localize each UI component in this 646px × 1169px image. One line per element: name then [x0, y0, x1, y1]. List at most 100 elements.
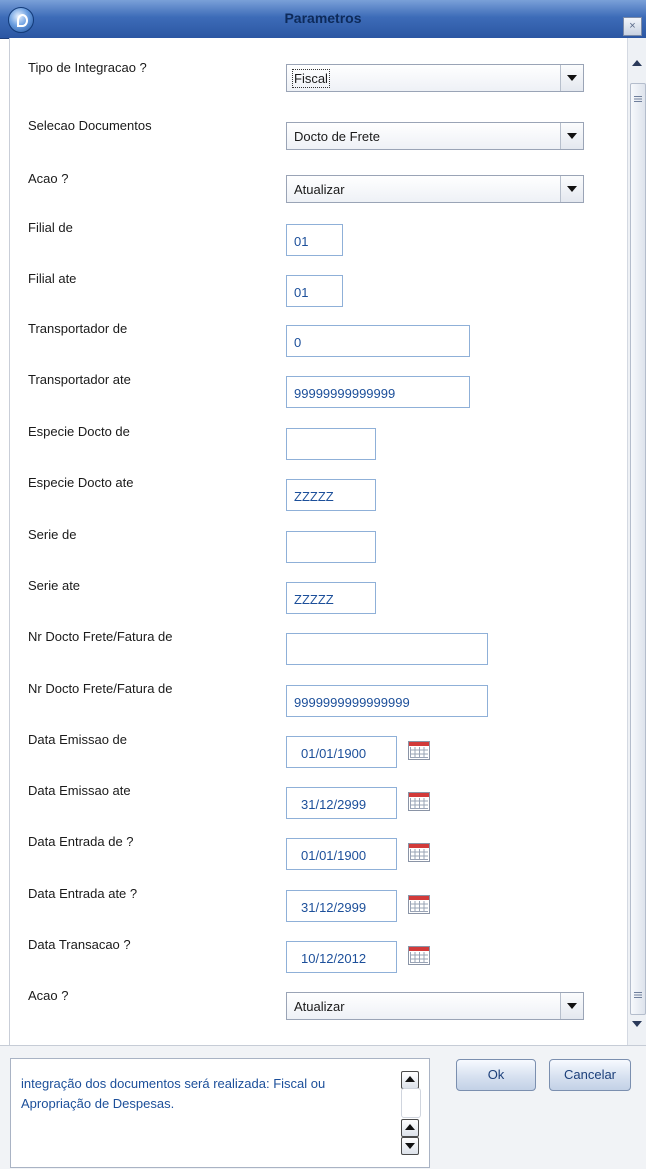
param-row-selecao-documentos: Selecao Documentos Docto de Frete	[10, 118, 628, 158]
param-row-filial-ate: Filial ate 01	[10, 271, 628, 311]
select-value: Atualizar	[294, 182, 345, 197]
help-scroll-up-icon[interactable]	[401, 1071, 419, 1089]
param-label: Serie de	[28, 527, 77, 542]
calendar-grid	[410, 901, 428, 912]
close-icon: ×	[629, 20, 636, 32]
bottom-panel: integração dos documentos será realizada…	[0, 1045, 646, 1169]
param-label: Transportador ate	[28, 372, 131, 387]
param-input[interactable]: ZZZZZ	[286, 582, 376, 614]
param-label: Data Entrada de ?	[28, 834, 134, 849]
param-input[interactable]	[286, 531, 376, 563]
param-input[interactable]: 01	[286, 224, 343, 256]
input-value: 01	[294, 234, 309, 249]
param-label: Data Transacao ?	[28, 937, 131, 952]
help-textarea[interactable]: integração dos documentos será realizada…	[10, 1058, 430, 1168]
chevron-down-icon[interactable]	[560, 123, 583, 149]
param-row-data-emissao-ate: Data Emissao ate 31/12/2999	[10, 783, 628, 823]
param-label: Serie ate	[28, 578, 81, 593]
input-value: 99999999999999	[294, 386, 396, 401]
param-input[interactable]: 01	[286, 275, 343, 307]
param-select[interactable]: Atualizar	[286, 992, 584, 1020]
select-value: Fiscal	[292, 69, 330, 88]
calendar-grid	[410, 747, 428, 758]
grip-icon	[634, 96, 642, 102]
input-value: 01/01/1900	[301, 746, 367, 761]
help-scroll-up-icon[interactable]	[401, 1119, 419, 1137]
calendar-header	[409, 793, 429, 797]
param-row-filial-de: Filial de 01	[10, 220, 628, 260]
param-input[interactable]: 99999999999999	[286, 376, 470, 408]
grip-icon	[634, 992, 642, 998]
param-input[interactable]: 0	[286, 325, 470, 357]
param-row-data-emissao-de: Data Emissao de 01/01/1900	[10, 732, 628, 772]
calendar-icon[interactable]	[408, 946, 430, 965]
calendar-grid	[410, 952, 428, 963]
close-button[interactable]: ×	[623, 17, 642, 36]
param-label: Especie Docto de	[28, 424, 130, 439]
param-label: Especie Docto ate	[28, 475, 134, 490]
input-value: 0	[294, 335, 302, 350]
param-input[interactable]: 31/12/2999	[286, 787, 397, 819]
param-row-acao: Acao ? Atualizar	[10, 988, 628, 1028]
param-label: Transportador de	[28, 321, 128, 336]
param-select[interactable]: Docto de Frete	[286, 122, 584, 150]
param-row-serie-ate: Serie ate ZZZZZ	[10, 578, 628, 618]
chevron-down-icon[interactable]	[560, 65, 583, 91]
param-label: Nr Docto Frete/Fatura de	[28, 629, 173, 644]
chevron-down-icon[interactable]	[560, 993, 583, 1019]
param-label: Filial ate	[28, 271, 77, 286]
param-row-transportador-de: Transportador de 0	[10, 321, 628, 361]
calendar-header	[409, 844, 429, 848]
calendar-icon[interactable]	[408, 741, 430, 760]
calendar-grid	[410, 849, 428, 860]
param-row-data-entrada-ate: Data Entrada ate ? 31/12/2999	[10, 886, 628, 926]
input-value: 01/01/1900	[301, 848, 367, 863]
param-input[interactable]: 9999999999999999	[286, 685, 488, 717]
param-row-nr-docto-frete-fatura-de: Nr Docto Frete/Fatura de 9999999999999999	[10, 681, 628, 721]
input-value: 31/12/2999	[301, 900, 367, 915]
calendar-icon[interactable]	[408, 792, 430, 811]
param-label: Data Entrada ate ?	[28, 886, 138, 901]
param-label: Data Emissao de	[28, 732, 127, 747]
input-value: 31/12/2999	[301, 797, 367, 812]
param-label: Nr Docto Frete/Fatura de	[28, 681, 173, 696]
scroll-up-arrow-icon[interactable]	[632, 60, 642, 66]
param-label: Tipo de Integracao ?	[28, 60, 147, 75]
param-row-data-transacao: Data Transacao ? 10/12/2012	[10, 937, 628, 977]
param-input[interactable]: ZZZZZ	[286, 479, 376, 511]
calendar-header	[409, 896, 429, 900]
param-select[interactable]: Fiscal	[286, 64, 584, 92]
param-input[interactable]: 31/12/2999	[286, 890, 397, 922]
param-label: Filial de	[28, 220, 73, 235]
param-input[interactable]: 10/12/2012	[286, 941, 397, 973]
scrollbar-thumb[interactable]	[630, 83, 646, 1015]
ok-button[interactable]: Ok	[456, 1059, 536, 1091]
input-value: 9999999999999999	[294, 695, 410, 710]
param-input[interactable]	[286, 633, 488, 665]
calendar-icon[interactable]	[408, 843, 430, 862]
param-label: Acao ?	[28, 171, 69, 186]
param-label: Selecao Documentos	[28, 118, 152, 133]
param-row-data-entrada-de: Data Entrada de ? 01/01/1900	[10, 834, 628, 874]
help-scroll-down-icon[interactable]	[401, 1137, 419, 1155]
select-value: Atualizar	[294, 999, 345, 1014]
scroll-down-arrow-icon[interactable]	[632, 1021, 642, 1027]
form-scrollbar[interactable]	[627, 38, 646, 1045]
param-row-nr-docto-frete-fatura-de: Nr Docto Frete/Fatura de	[10, 629, 628, 669]
help-scroll-track[interactable]	[401, 1088, 421, 1118]
param-input[interactable]: 01/01/1900	[286, 736, 397, 768]
calendar-header	[409, 742, 429, 746]
input-value: 10/12/2012	[301, 951, 367, 966]
param-row-transportador-ate: Transportador ate 99999999999999	[10, 372, 628, 412]
chevron-down-icon[interactable]	[560, 176, 583, 202]
param-label: Acao ?	[28, 988, 69, 1003]
calendar-grid	[410, 798, 428, 809]
param-input[interactable]	[286, 428, 376, 460]
calendar-header	[409, 947, 429, 951]
param-select[interactable]: Atualizar	[286, 175, 584, 203]
window-title: Parametros	[284, 10, 362, 26]
param-input[interactable]: 01/01/1900	[286, 838, 397, 870]
select-value: Docto de Frete	[294, 129, 380, 144]
calendar-icon[interactable]	[408, 895, 430, 914]
cancel-button[interactable]: Cancelar	[549, 1059, 631, 1091]
